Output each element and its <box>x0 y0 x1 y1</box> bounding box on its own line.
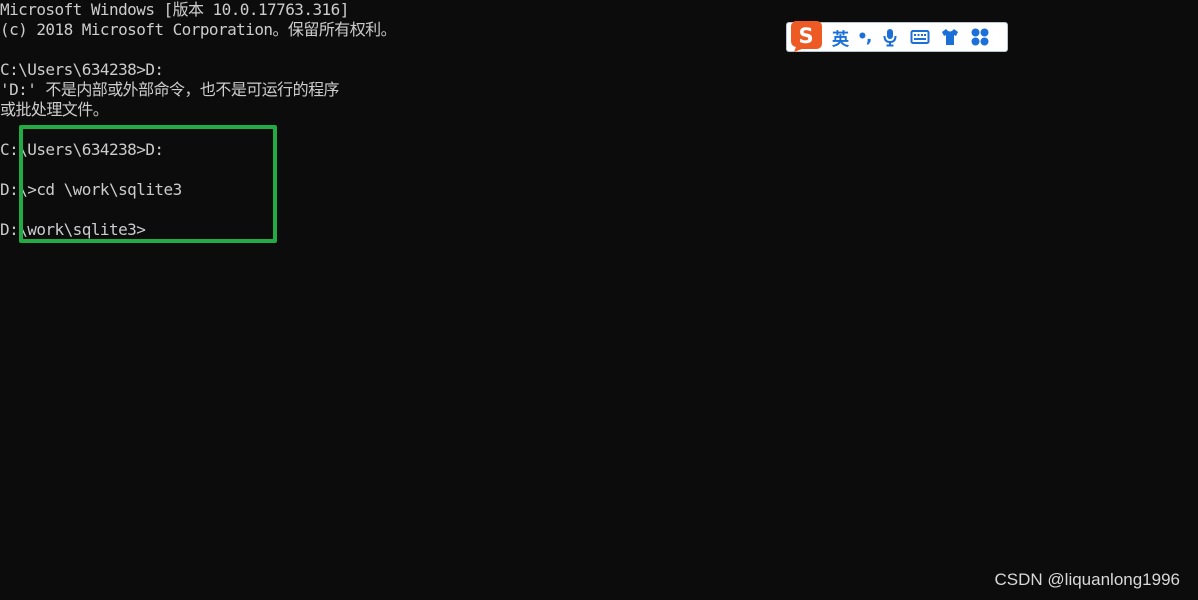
watermark-text: CSDN @liquanlong1996 <box>994 570 1180 589</box>
console-line-version: Microsoft Windows [版本 10.0.17763.316] <box>0 0 349 19</box>
microphone-icon[interactable] <box>880 27 900 47</box>
ime-mode-toggle[interactable]: 英 <box>832 25 849 50</box>
logo-letter: S <box>798 24 813 48</box>
console-line-error-cont: 或批处理文件。 <box>0 100 109 119</box>
skin-shirt-icon[interactable] <box>940 27 960 47</box>
sogou-logo-icon[interactable]: S <box>788 19 824 53</box>
toolbox-grid-icon[interactable] <box>970 27 990 47</box>
console-line-command: C:\Users\634238>D: <box>0 60 164 79</box>
console-line-copyright: (c) 2018 Microsoft Corporation。保留所有权利。 <box>0 20 397 39</box>
console-line-error: 'D:' 不是内部或外部命令，也不是可运行的程序 <box>0 80 340 99</box>
console-window[interactable]: Microsoft Windows [版本 10.0.17763.316] (c… <box>0 0 1198 600</box>
keyboard-icon[interactable] <box>910 27 930 47</box>
ime-toolbar[interactable]: S 英 •, <box>786 19 1008 53</box>
highlight-box <box>19 125 277 243</box>
ime-punctuation-toggle[interactable]: •, <box>857 27 872 47</box>
